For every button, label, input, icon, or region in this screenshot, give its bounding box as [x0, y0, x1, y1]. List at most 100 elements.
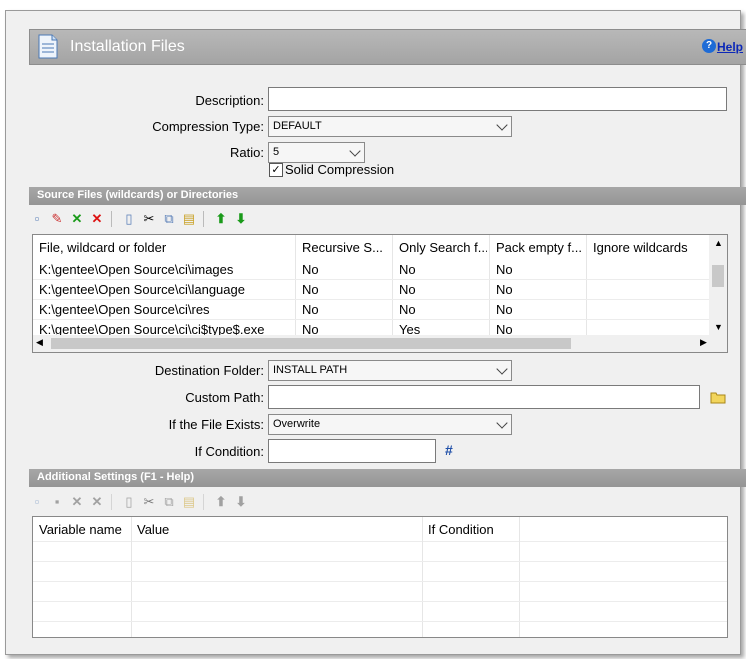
column-header[interactable]: Recursive S... [302, 240, 390, 255]
recursive-value: No [302, 282, 319, 297]
file-path: K:\gentee\Open Source\ci\res [39, 302, 210, 317]
panel-header: Installation Files ? Help [29, 29, 746, 65]
chevron-down-icon [349, 145, 361, 157]
file-path: K:\gentee\Open Source\ci\language [39, 282, 245, 297]
ratio-select[interactable]: 5 [268, 142, 365, 163]
empty-row-line [33, 601, 727, 602]
check-icon[interactable]: ✕ [70, 495, 84, 509]
empty-row-line [33, 561, 727, 562]
additional-settings-table: Variable name Value If Condition [32, 516, 728, 638]
column-header[interactable]: Variable name [39, 522, 122, 537]
paste-icon[interactable]: ▤ [182, 495, 196, 509]
only-search-value: No [399, 262, 416, 277]
table-row[interactable]: K:\gentee\Open Source\ci\res No No No [33, 299, 709, 320]
column-header[interactable]: Ignore wildcards [593, 240, 703, 255]
installation-files-panel: Installation Files ? Help Description: C… [24, 11, 746, 652]
table-row[interactable]: K:\gentee\Open Source\ci\language No No … [33, 279, 709, 300]
compression-type-value: DEFAULT [273, 120, 322, 132]
arrow-down-icon[interactable]: ⬇ [234, 495, 248, 509]
if-condition-input[interactable] [268, 439, 436, 463]
edit-icon[interactable]: ✎ [50, 212, 64, 226]
horizontal-scrollbar[interactable]: ◀ ▶ [33, 335, 727, 352]
compression-type-label: Compression Type: [152, 119, 264, 134]
pack-empty-value: No [496, 262, 513, 277]
document-icon [38, 34, 58, 59]
column-divider [422, 517, 423, 637]
scrollbar-thumb[interactable] [51, 338, 571, 349]
toolbar-separator [203, 494, 204, 510]
chevron-down-icon [496, 363, 508, 375]
copy-icon[interactable]: ▯ [122, 495, 136, 509]
column-divider [519, 517, 520, 637]
toolbar-separator [111, 494, 112, 510]
table-header-row: File, wildcard or folder Recursive S... … [33, 235, 709, 259]
chevron-up-icon[interactable]: ▲ [714, 238, 723, 248]
if-condition-label: If Condition: [194, 444, 264, 459]
file-path: K:\gentee\Open Source\ci\images [39, 262, 234, 277]
description-label: Description: [195, 93, 264, 108]
duplicate-icon[interactable]: ⧉ [162, 212, 176, 226]
save-icon[interactable]: ▪ [50, 495, 64, 509]
file-exists-label: If the File Exists: [168, 417, 264, 432]
hash-button[interactable]: # [445, 442, 453, 458]
only-search-value: No [399, 302, 416, 317]
solid-compression-checkbox[interactable]: ✓ [269, 163, 283, 177]
compression-type-select[interactable]: DEFAULT [268, 116, 512, 137]
toolbar-separator [203, 211, 204, 227]
column-header[interactable]: If Condition [428, 522, 494, 537]
description-input[interactable] [268, 87, 727, 111]
pack-empty-value: No [496, 302, 513, 317]
paste-icon[interactable]: ▤ [182, 212, 196, 226]
column-header[interactable]: Value [137, 522, 169, 537]
recursive-value: No [302, 262, 319, 277]
column-header[interactable]: File, wildcard or folder [39, 240, 289, 255]
cut-icon[interactable]: ✂ [142, 212, 156, 226]
recursive-value: No [302, 302, 319, 317]
destination-folder-label: Destination Folder: [154, 363, 264, 378]
new-icon[interactable]: ▫ [30, 212, 44, 226]
new-icon[interactable]: ▫ [30, 495, 44, 509]
chevron-right-icon[interactable]: ▶ [700, 337, 707, 348]
source-files-table: File, wildcard or folder Recursive S... … [32, 234, 728, 353]
column-divider [131, 517, 132, 637]
delete-icon[interactable]: ✕ [90, 212, 104, 226]
duplicate-icon[interactable]: ⧉ [162, 495, 176, 509]
toolbar-separator [111, 211, 112, 227]
empty-row-line [33, 621, 727, 622]
cut-icon[interactable]: ✂ [142, 495, 156, 509]
solid-compression-label: Solid Compression [285, 162, 395, 177]
custom-path-input[interactable] [268, 385, 700, 409]
additional-settings-section-header: Additional Settings (F1 - Help) [29, 469, 746, 487]
table-row[interactable]: K:\gentee\Open Source\ci\images No No No [33, 259, 709, 280]
chevron-left-icon[interactable]: ◀ [36, 337, 43, 348]
source-files-section-header: Source Files (wildcards) or Directories [29, 187, 746, 205]
ratio-label: Ratio: [230, 145, 264, 160]
file-exists-value: Overwrite [273, 418, 321, 430]
column-header[interactable]: Only Search f... [399, 240, 487, 255]
chevron-down-icon[interactable]: ▼ [714, 322, 723, 332]
help-link[interactable]: Help [717, 40, 743, 54]
table-header-row: Variable name Value If Condition [33, 517, 727, 542]
destination-folder-value: INSTALL PATH [273, 364, 348, 376]
scrollbar-thumb[interactable] [712, 265, 724, 287]
file-exists-select[interactable]: Overwrite [268, 414, 512, 435]
arrow-up-icon[interactable]: ⬆ [214, 495, 228, 509]
arrow-down-icon[interactable]: ⬇ [234, 212, 248, 226]
column-header[interactable]: Pack empty f... [496, 240, 584, 255]
check-icon[interactable]: ✕ [70, 212, 84, 226]
chevron-down-icon [496, 119, 508, 131]
page-title: Installation Files [70, 38, 185, 55]
delete-icon[interactable]: ✕ [90, 495, 104, 509]
destination-folder-select[interactable]: INSTALL PATH [268, 360, 512, 381]
only-search-value: No [399, 282, 416, 297]
pack-empty-value: No [496, 282, 513, 297]
window-frame: Installation Files ? Help Description: C… [5, 10, 746, 655]
ratio-value: 5 [273, 146, 280, 158]
arrow-up-icon[interactable]: ⬆ [214, 212, 228, 226]
question-icon[interactable]: ? [702, 39, 716, 53]
custom-path-label: Custom Path: [185, 390, 264, 405]
vertical-scrollbar[interactable]: ▲ ▼ [709, 235, 727, 335]
copy-icon[interactable]: ▯ [122, 212, 136, 226]
folder-icon[interactable] [710, 391, 726, 404]
empty-row-line [33, 581, 727, 582]
